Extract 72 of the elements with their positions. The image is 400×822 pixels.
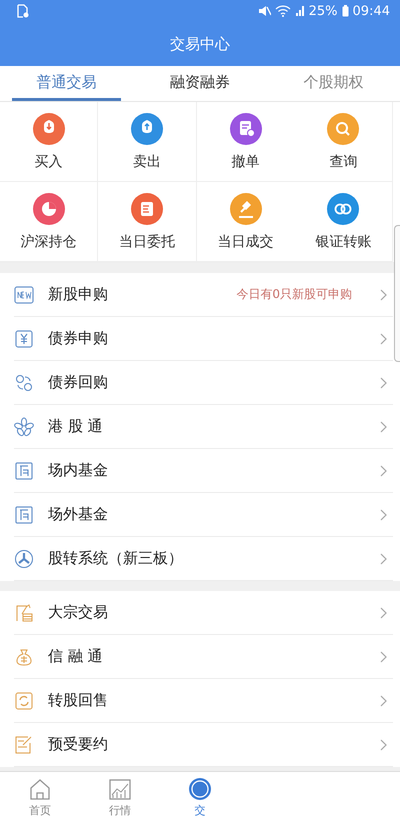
wifi-icon bbox=[274, 5, 291, 17]
new-badge-icon bbox=[14, 284, 34, 304]
action-button[interactable]: 当日成交 bbox=[218, 232, 274, 250]
document-icon bbox=[130, 192, 163, 224]
menu-label: 新股申购 bbox=[48, 285, 109, 304]
action-button[interactable]: 卖出 bbox=[132, 152, 161, 170]
search-icon bbox=[327, 112, 360, 144]
menu-row[interactable]: 港 股 通 bbox=[14, 405, 393, 449]
chevron-right-icon bbox=[380, 694, 388, 706]
menu-label: 转股回售 bbox=[48, 691, 109, 710]
menu-row[interactable]: 场内基金 bbox=[14, 449, 393, 493]
menu-row[interactable]: 债券回购 bbox=[14, 361, 393, 405]
tab[interactable]: 融资融券 bbox=[145, 66, 255, 101]
chevron-right-icon bbox=[380, 332, 388, 344]
action-button[interactable]: 沪深持仓 bbox=[20, 232, 77, 250]
chevron-right-icon bbox=[380, 738, 388, 750]
bag-icon bbox=[130, 112, 163, 144]
tripod-icon bbox=[14, 548, 34, 568]
menu-row[interactable]: 预受要约 bbox=[14, 723, 393, 767]
action-button[interactable]: 买入 bbox=[34, 152, 63, 170]
menu-label: 债券回购 bbox=[48, 373, 109, 392]
menu-label: 信 融 通 bbox=[48, 647, 104, 666]
tab[interactable]: 个股期权 bbox=[278, 66, 388, 101]
money-bag-icon bbox=[14, 646, 34, 666]
menu-label: 预受要约 bbox=[48, 735, 109, 754]
pie-chart-icon bbox=[32, 192, 65, 224]
refresh-icon bbox=[14, 690, 34, 710]
nav-tab[interactable]: 行情 bbox=[80, 772, 160, 822]
menu-row[interactable]: 转股回售 bbox=[14, 679, 393, 723]
chevron-right-icon bbox=[380, 650, 388, 662]
menu-row[interactable]: 场外基金 bbox=[14, 493, 393, 537]
chevron-right-icon bbox=[380, 420, 388, 432]
chevron-right-icon bbox=[380, 288, 388, 300]
chevron-right-icon bbox=[380, 464, 388, 476]
yen-icon bbox=[14, 328, 34, 348]
sim-card-icon bbox=[16, 4, 30, 18]
coin-swap-icon bbox=[14, 372, 34, 392]
notice-text: 今日有0只新股可申购 bbox=[236, 286, 352, 303]
menu-label: 债券申购 bbox=[48, 329, 109, 348]
nav-tab[interactable]: 首页 bbox=[0, 772, 80, 822]
menu-row[interactable]: 信 融 通 bbox=[14, 635, 393, 679]
battery-icon bbox=[342, 5, 349, 17]
gavel-icon bbox=[230, 192, 262, 224]
menu-row[interactable]: 股转系统（新三板） bbox=[14, 537, 393, 581]
menu-label: 场内基金 bbox=[48, 461, 109, 480]
clock: 09:44 bbox=[352, 4, 390, 18]
action-button[interactable]: 当日委托 bbox=[118, 232, 175, 250]
nav-tab[interactable]: 交 bbox=[160, 772, 240, 822]
menu-label: 港 股 通 bbox=[48, 417, 104, 436]
menu-label: 场外基金 bbox=[48, 505, 109, 524]
mute-icon bbox=[256, 5, 271, 17]
chevron-right-icon bbox=[380, 508, 388, 520]
signed-document-icon bbox=[14, 734, 34, 754]
edge-panel-handle[interactable] bbox=[394, 225, 400, 362]
trade-circle-icon bbox=[187, 776, 213, 802]
bag-icon bbox=[32, 112, 65, 144]
document-icon bbox=[230, 112, 262, 144]
action-button[interactable]: 银证转账 bbox=[315, 232, 372, 250]
action-button[interactable]: 撤单 bbox=[232, 152, 260, 170]
page-title: 交易中心 bbox=[170, 34, 230, 54]
action-button[interactable]: 查询 bbox=[329, 152, 358, 170]
chevron-right-icon bbox=[380, 606, 388, 618]
chevron-right-icon bbox=[380, 376, 388, 388]
menu-row[interactable]: 大宗交易 bbox=[14, 591, 393, 635]
menu-label: 股转系统（新三板） bbox=[48, 549, 184, 568]
menu-row[interactable]: 债券申购 bbox=[14, 317, 393, 361]
battery-percent: 25% bbox=[308, 4, 338, 18]
menu-label: 大宗交易 bbox=[48, 603, 109, 622]
chevron-right-icon bbox=[380, 552, 388, 564]
flower-icon bbox=[14, 416, 34, 436]
menu-row[interactable]: 新股申购 今日有0只新股可申购 bbox=[14, 273, 393, 317]
signal-icon bbox=[294, 5, 305, 17]
